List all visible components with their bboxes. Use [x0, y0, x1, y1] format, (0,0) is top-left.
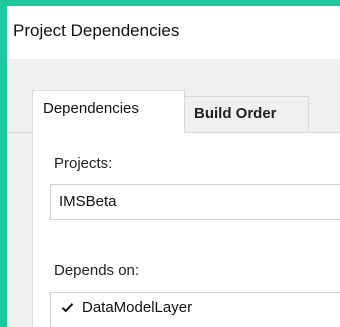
tab-strip: Dependencies Build Order: [7, 59, 340, 134]
dialog-titlebar: Project Dependencies: [7, 6, 340, 59]
list-item-label: DataModelLayer: [82, 299, 193, 316]
tab-build-order[interactable]: Build Order: [184, 96, 309, 133]
projects-label: Projects:: [54, 155, 113, 172]
checkbox-checked-icon[interactable]: [61, 301, 74, 314]
depends-on-list: DataModelLayer: [50, 292, 340, 327]
depends-on-label: Depends on:: [54, 262, 140, 279]
tab-dependencies[interactable]: Dependencies: [32, 90, 185, 133]
projects-dropdown[interactable]: IMSBeta: [50, 184, 340, 220]
project-dependencies-dialog: Project Dependencies Dependencies Build …: [7, 6, 340, 327]
projects-dropdown-value: IMSBeta: [59, 193, 117, 210]
dialog-title: Project Dependencies: [13, 21, 180, 40]
dependencies-panel: Projects: IMSBeta Depends on: DataModelL…: [32, 133, 340, 327]
